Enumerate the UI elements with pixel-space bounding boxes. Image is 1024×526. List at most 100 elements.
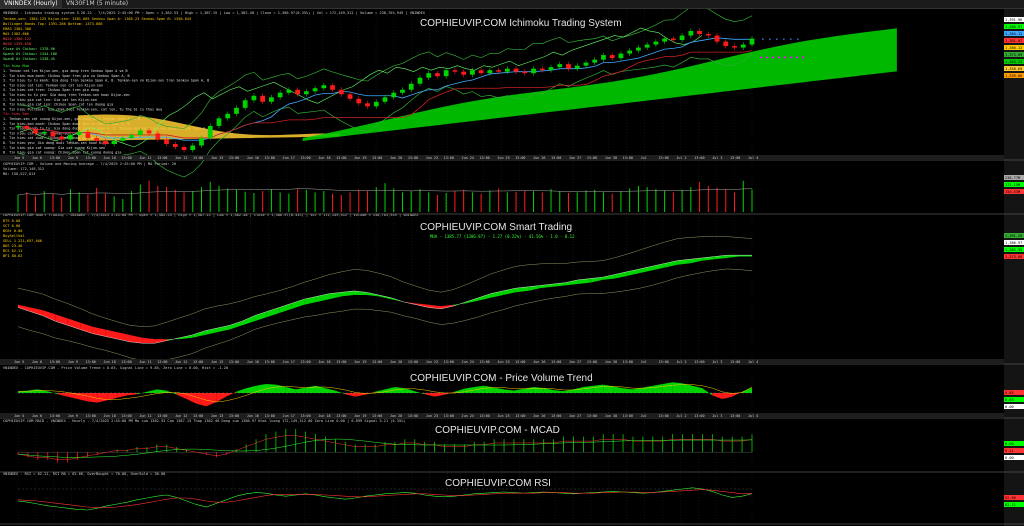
candle-body[interactable] [15, 125, 21, 128]
tab-vnindex-hourly[interactable]: VNINDEX (Hourly) [0, 0, 62, 8]
volume-bar[interactable] [568, 193, 569, 212]
volume-bar[interactable] [375, 187, 377, 212]
candle-body[interactable] [382, 97, 388, 102]
candle-body[interactable] [566, 64, 571, 69]
volume-bar[interactable] [358, 189, 360, 212]
candle-body[interactable] [522, 71, 528, 74]
volume-bar[interactable] [288, 193, 290, 212]
candle-body[interactable] [234, 107, 239, 114]
volume-bar[interactable] [26, 192, 28, 212]
candle-body[interactable] [531, 68, 536, 74]
candle-body[interactable] [216, 118, 222, 126]
candle-body[interactable] [330, 85, 335, 90]
candle-body[interactable] [408, 83, 414, 90]
candle-body[interactable] [356, 98, 362, 104]
candle-body[interactable] [688, 31, 694, 36]
candle-body[interactable] [478, 70, 484, 74]
volume-bar[interactable] [349, 192, 351, 212]
candle-body[interactable] [321, 85, 327, 89]
candle-body[interactable] [312, 88, 318, 92]
candle-body[interactable] [697, 31, 702, 35]
candle-body[interactable] [539, 68, 545, 71]
volume-bar[interactable] [419, 189, 421, 212]
volume-bar[interactable] [104, 193, 106, 212]
candle-body[interactable] [120, 137, 126, 141]
volume-bar[interactable] [533, 191, 535, 212]
candle-body[interactable] [504, 68, 510, 72]
volume-bar[interactable] [174, 189, 176, 212]
candle-body[interactable] [129, 134, 134, 138]
candle-body[interactable] [172, 143, 178, 147]
volume-bar[interactable] [401, 192, 403, 212]
volume-bar[interactable] [716, 187, 718, 212]
candle-body[interactable] [487, 70, 493, 74]
candle-body[interactable] [50, 131, 56, 137]
volume-bar[interactable] [436, 195, 438, 212]
candle-body[interactable] [391, 92, 397, 98]
volume-bar[interactable] [463, 189, 465, 212]
volume-bar[interactable] [69, 189, 71, 212]
candle-body[interactable] [609, 55, 615, 59]
volume-bar[interactable] [602, 192, 604, 212]
volume-bar[interactable] [576, 192, 578, 212]
volume-bar[interactable] [620, 191, 622, 212]
volume-bar[interactable] [445, 193, 447, 212]
volume-bar[interactable] [192, 191, 194, 212]
candle-body[interactable] [417, 77, 423, 84]
volume-bar[interactable] [244, 191, 246, 212]
candle-body[interactable] [190, 145, 196, 150]
candle-body[interactable] [277, 92, 283, 98]
candle-body[interactable] [470, 70, 475, 75]
candle-body[interactable] [653, 41, 659, 45]
volume-bar[interactable] [157, 185, 159, 212]
candle-body[interactable] [68, 134, 73, 140]
volume-bar[interactable] [506, 192, 508, 212]
volume-bar[interactable] [428, 192, 430, 212]
candle-body[interactable] [583, 62, 589, 66]
volume-bar[interactable] [323, 191, 325, 212]
candle-body[interactable] [85, 131, 91, 138]
volume-bar[interactable] [681, 189, 683, 212]
candle-body[interactable] [137, 130, 143, 135]
volume-bar[interactable] [183, 192, 185, 212]
candle-body[interactable] [496, 70, 501, 72]
candle-body[interactable] [251, 95, 257, 101]
candle-body[interactable] [225, 113, 231, 119]
candle-body[interactable] [723, 41, 729, 47]
volume-bar[interactable] [594, 189, 596, 212]
candle-body[interactable] [103, 140, 108, 144]
candle-body[interactable] [557, 64, 563, 68]
tab-vn30f1m-5min[interactable]: VN30F1M (5 minute) [62, 0, 132, 8]
volume-bar[interactable] [699, 181, 701, 212]
candle-body[interactable] [749, 38, 755, 45]
volume-bar[interactable] [384, 183, 386, 212]
volume-bar[interactable] [235, 189, 237, 212]
volume-bar[interactable] [262, 191, 264, 212]
candle-body[interactable] [164, 139, 169, 144]
candle-body[interactable] [461, 71, 467, 75]
volume-bar[interactable] [113, 196, 115, 212]
volume-bar[interactable] [655, 189, 657, 212]
volume-bar[interactable] [43, 191, 45, 212]
volume-bar[interactable] [314, 192, 316, 212]
volume-bar[interactable] [480, 193, 482, 212]
candle-body[interactable] [347, 94, 353, 99]
volume-bar[interactable] [209, 181, 211, 212]
candle-body[interactable] [33, 128, 38, 134]
volume-bar[interactable] [498, 188, 500, 212]
volume-bar[interactable] [61, 197, 63, 212]
candle-body[interactable] [426, 73, 432, 78]
candle-body[interactable] [592, 59, 598, 63]
candle-body[interactable] [400, 89, 405, 93]
candle-body[interactable] [269, 97, 274, 102]
candle-body[interactable] [714, 35, 720, 42]
volume-bar[interactable] [629, 188, 631, 212]
candle-body[interactable] [452, 70, 458, 72]
volume-bar[interactable] [34, 196, 36, 212]
volume-bar[interactable] [550, 189, 552, 212]
candle-body[interactable] [207, 125, 213, 138]
volume-bar[interactable] [218, 185, 220, 212]
volume-bar[interactable] [734, 192, 736, 212]
candle-body[interactable] [601, 55, 606, 60]
candle-body[interactable] [24, 125, 30, 129]
